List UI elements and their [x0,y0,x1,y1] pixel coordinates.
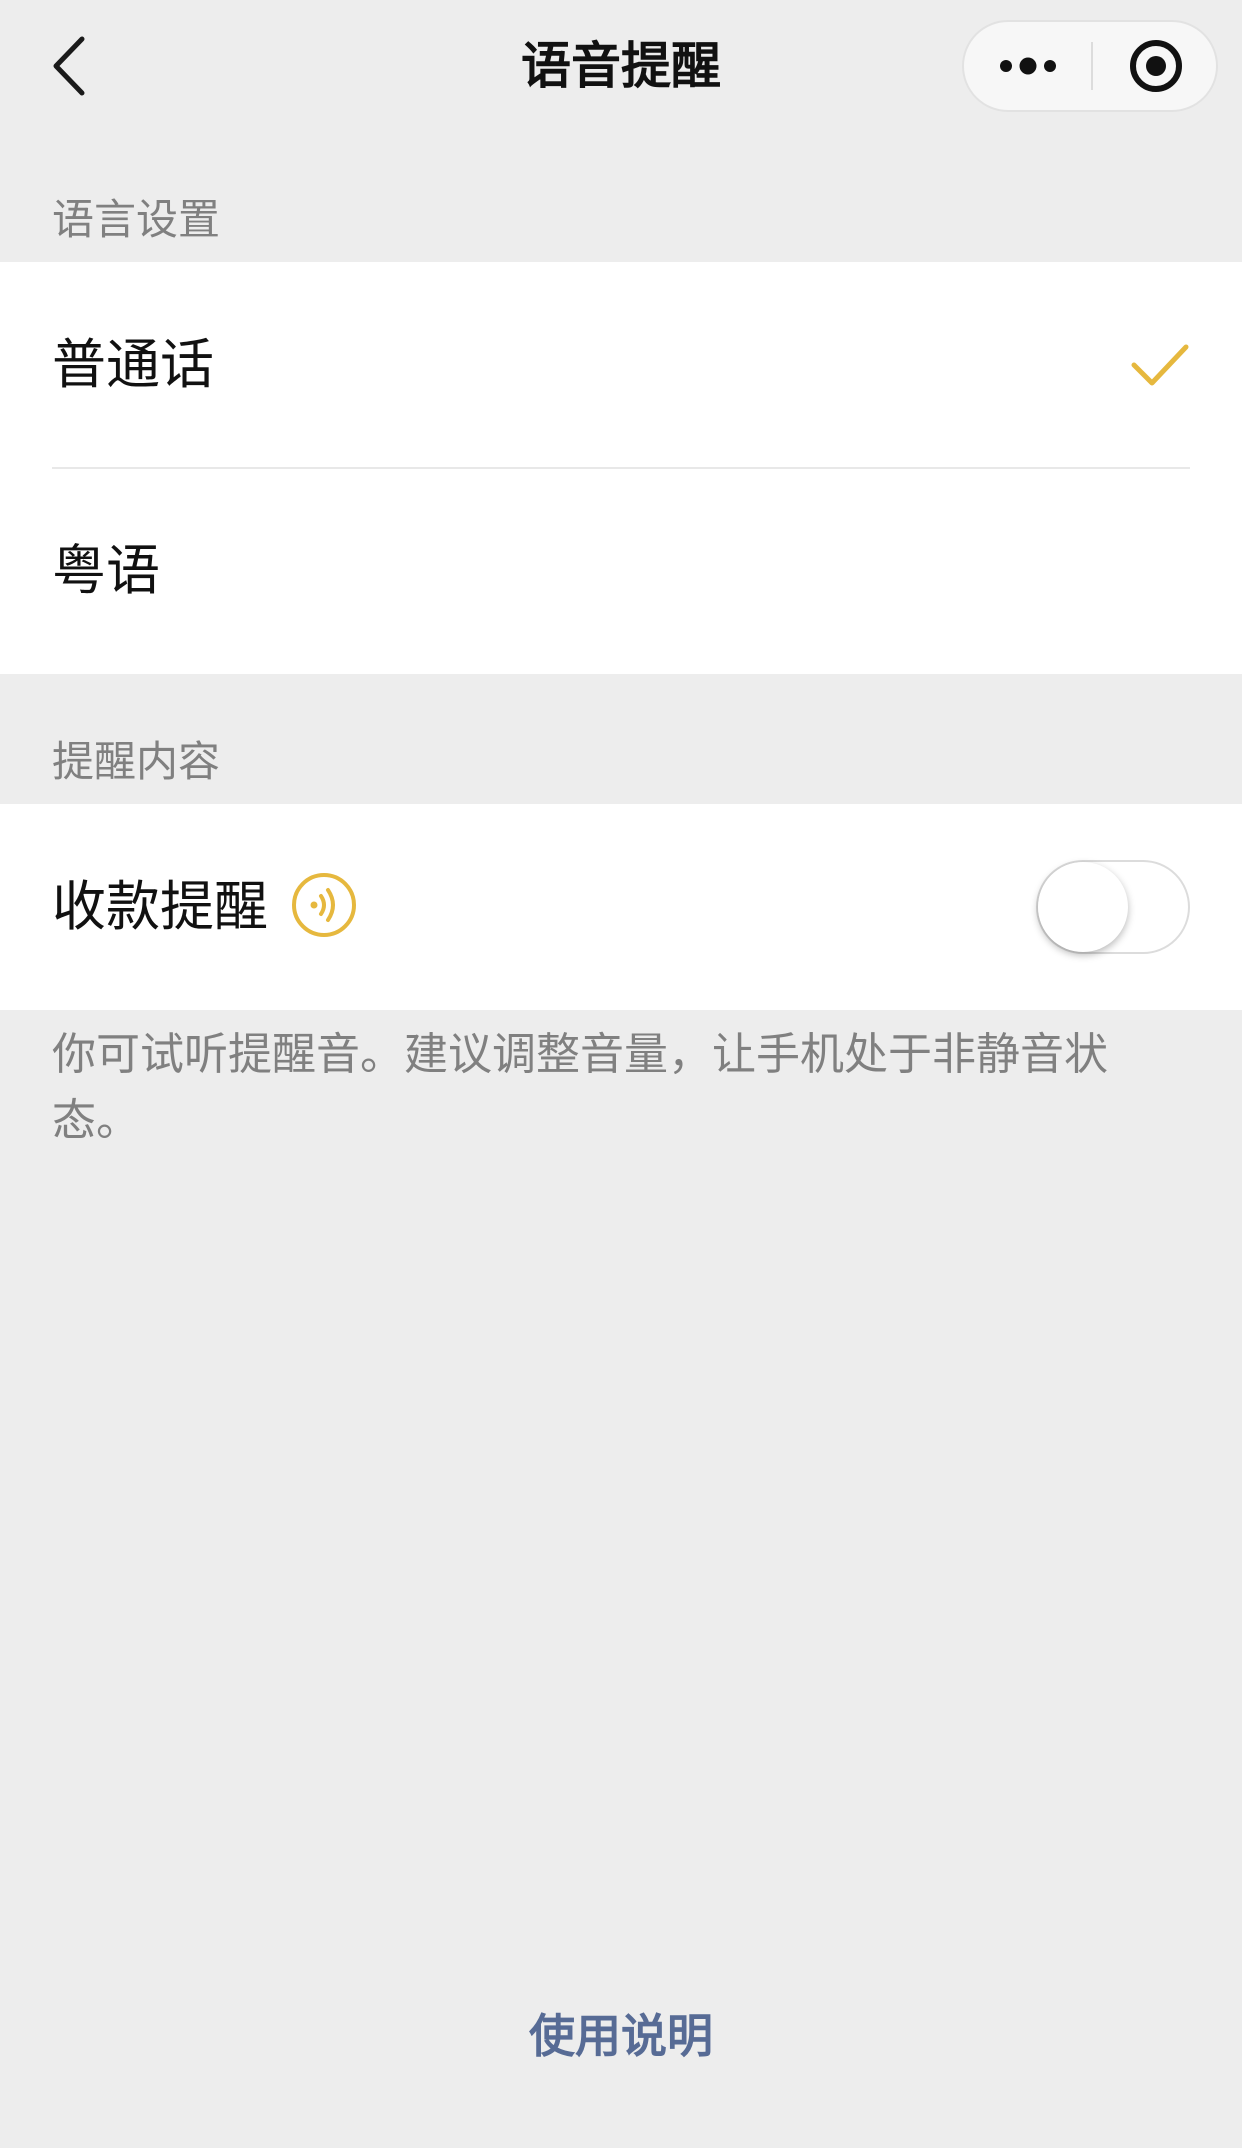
language-section-header: 语言设置 [52,195,221,244]
navigation-bar: 语音提醒 [0,0,1242,132]
target-circle-icon [1130,40,1182,92]
mini-program-capsule [962,20,1218,112]
language-option-mandarin[interactable]: 普通话 [0,262,1242,468]
footer: 使用说明 [0,2000,1242,2066]
language-option-label: 普通话 [52,333,214,396]
close-mini-program-button[interactable] [1094,22,1218,110]
content-section-header: 提醒内容 [52,737,221,786]
chevron-left-icon [53,36,85,96]
checkmark-icon [1131,344,1189,386]
payment-reminder-label: 收款提醒 [52,875,268,938]
language-options-group: 普通话 粤语 [0,262,1242,674]
payment-reminder-cell: 收款提醒 [0,804,1242,1010]
more-dots-icon [1000,57,1056,75]
capsule-divider [1091,42,1093,90]
back-button[interactable] [40,26,100,106]
sound-wave-icon[interactable] [290,871,358,939]
toggle-knob [1038,862,1128,952]
payment-reminder-toggle[interactable] [1036,860,1190,954]
content-options-group: 收款提醒 [0,804,1242,1010]
usage-instructions-link[interactable]: 使用说明 [529,2009,713,2063]
hint-text: 你可试听提醒音。建议调整音量，让手机处于非静音状态。 [52,1029,1108,1146]
language-option-label: 粤语 [52,539,160,602]
language-option-cantonese[interactable]: 粤语 [0,468,1242,674]
more-button[interactable] [964,22,1092,110]
